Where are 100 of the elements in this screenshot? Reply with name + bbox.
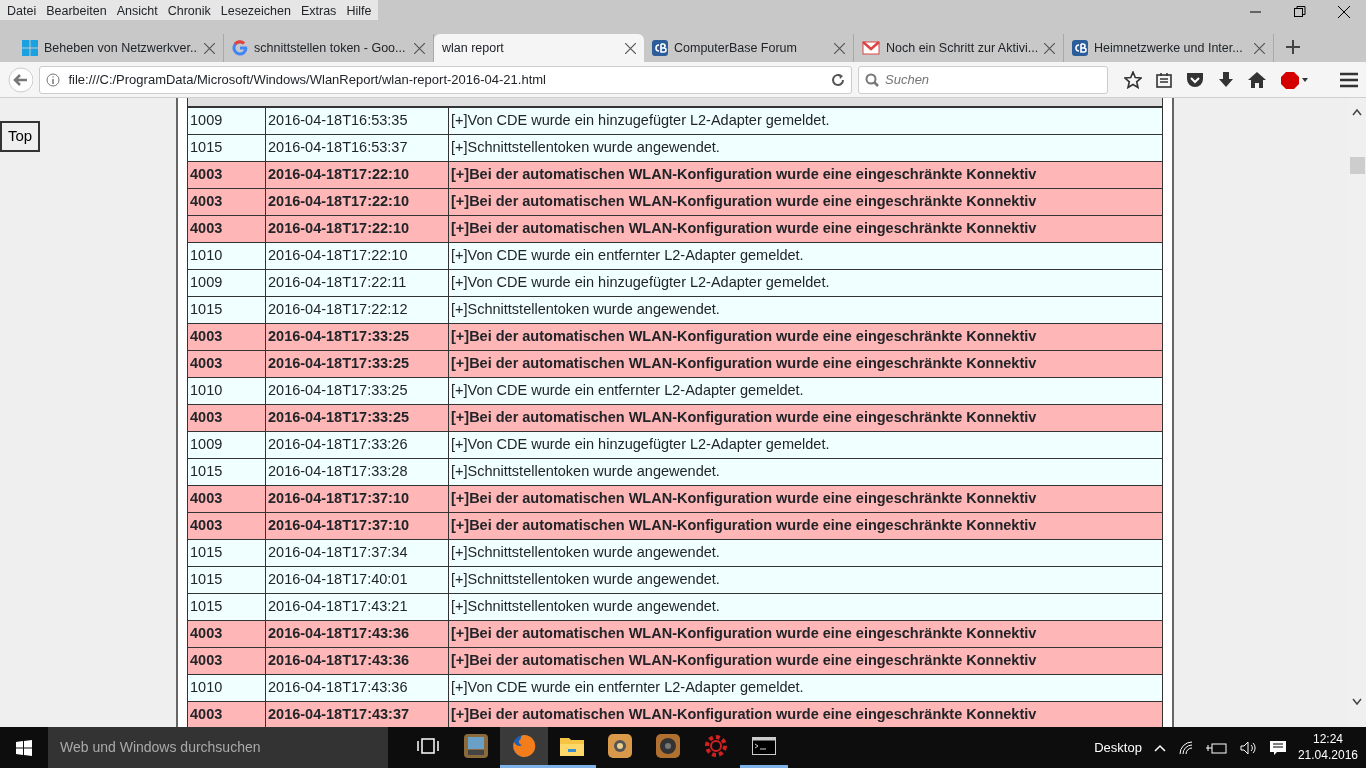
tab-title: ComputerBase Forum: [674, 39, 798, 57]
volume-icon[interactable]: [1239, 740, 1258, 755]
timestamp-cell: 2016-04-18T17:22:10: [265, 242, 449, 270]
message-cell: [+]Von CDE wurde ein entfernter L2-Adapter gemeldet.: [448, 674, 1163, 702]
timestamp-cell: 2016-04-18T17:33:28: [265, 458, 449, 486]
timestamp-cell: 2016-04-18T17:43:21: [265, 593, 449, 621]
message-cell: [+]Bei der automatischen WLAN-Konfiguration wurde eine eingeschränkte Konnektiv: [448, 188, 1163, 216]
close-tab-icon[interactable]: [1254, 42, 1265, 54]
scroll-down-icon[interactable]: [1352, 697, 1362, 706]
top-button[interactable]: Top: [0, 121, 41, 152]
timestamp-cell: 2016-04-18T17:40:01: [265, 566, 449, 594]
tab-title: wlan report: [442, 39, 505, 57]
timestamp-cell: 2016-04-18T17:37:34: [265, 539, 449, 567]
tab-title: Beheben von Netzwerkver...: [44, 39, 198, 57]
event-id-cell: 4003: [187, 161, 266, 189]
event-id-cell: 1010: [187, 242, 266, 270]
download-icon[interactable]: [1218, 71, 1234, 88]
reload-icon[interactable]: [831, 72, 845, 87]
menu-item[interactable]: Hilfe: [341, 0, 377, 20]
message-cell: [+]Von CDE wurde ein hinzugefügter L2-Adapter gemeldet.: [448, 269, 1163, 297]
event-id-cell: 1015: [187, 593, 266, 621]
notification-icon[interactable]: [1269, 739, 1286, 756]
event-id-cell: 4003: [187, 701, 266, 727]
event-id-cell: 1009: [187, 269, 266, 297]
scroll-thumb[interactable]: [1350, 156, 1365, 174]
mail-logo-icon: [862, 41, 880, 55]
event-id-cell: 4003: [187, 485, 266, 513]
close-tab-icon[interactable]: [1044, 42, 1055, 54]
timestamp-cell: 2016-04-18T16:53:35: [265, 107, 449, 135]
event-id-cell: 4003: [187, 188, 266, 216]
event-id-cell: 4003: [187, 215, 266, 243]
star-icon[interactable]: [1124, 70, 1142, 89]
task-view-icon: [417, 738, 439, 754]
message-cell: [+]Schnittstellentoken wurde angewendet.: [448, 296, 1163, 324]
gear-icon: [704, 734, 728, 758]
message-cell: [+]Von CDE wurde ein entfernter L2-Adapter gemeldet.: [448, 377, 1163, 405]
taskbar-search-field[interactable]: Web und Windows durchsuchen: [48, 727, 388, 768]
timestamp-cell: 2016-04-18T17:22:10: [265, 188, 449, 216]
timestamp-cell: 2016-04-18T17:33:25: [265, 323, 449, 351]
browser-tab[interactable]: wlan report: [434, 34, 644, 62]
adblock-icon[interactable]: [1280, 70, 1310, 89]
clock-time[interactable]: 12:24: [1297, 731, 1358, 748]
clock-date[interactable]: 21.04.2016: [1297, 747, 1358, 764]
url-text: file:///C:/ProgramData/Microsoft/Windows/WlanReport/wlan-report-2016-04-21.html: [68, 70, 547, 89]
info-icon[interactable]: [46, 72, 61, 87]
address-bar[interactable]: file:///C:/ProgramData/Microsoft/Windows/WlanReport/wlan-report-2016-04-21.html: [39, 65, 852, 94]
message-cell: [+]Bei der automatischen WLAN-Konfiguration wurde eine eingeschränkte Konnektiv: [448, 161, 1163, 189]
menu-item[interactable]: Extras: [295, 0, 342, 20]
close-tab-icon[interactable]: [625, 42, 636, 54]
folder-icon: [560, 736, 584, 756]
wifi-icon[interactable]: [1177, 740, 1194, 755]
restore-icon[interactable]: [1294, 6, 1306, 18]
home-icon[interactable]: [1248, 71, 1266, 88]
close-tab-icon[interactable]: [414, 42, 425, 54]
message-cell: [+]Bei der automatischen WLAN-Konfiguration wurde eine eingeschränkte Konnektiv: [448, 647, 1163, 675]
event-id-cell: 1015: [187, 134, 266, 162]
back-icon[interactable]: [8, 66, 34, 93]
event-id-cell: 1010: [187, 674, 266, 702]
message-cell: [+]Bei der automatischen WLAN-Konfiguration wurde eine eingeschränkte Konnektiv: [448, 323, 1163, 351]
event-id-cell: 1015: [187, 458, 266, 486]
desktop-toolbar-label[interactable]: Desktop: [1094, 737, 1142, 758]
battery-icon[interactable]: [1205, 741, 1228, 754]
timestamp-cell: 2016-04-18T16:53:37: [265, 134, 449, 162]
timestamp-cell: 2016-04-18T17:33:25: [265, 377, 449, 405]
message-cell: [+]Bei der automatischen WLAN-Konfiguration wurde eine eingeschränkte Konnektiv: [448, 512, 1163, 540]
windows-logo-icon: [22, 40, 38, 56]
menu-item[interactable]: Bearbeiten: [41, 0, 112, 20]
menu-item[interactable]: Chronik: [162, 0, 216, 20]
new-tab-icon[interactable]: [1286, 40, 1300, 54]
message-cell: [+]Bei der automatischen WLAN-Konfiguration wurde eine eingeschränkte Konnektiv: [448, 620, 1163, 648]
message-cell: [+]Von CDE wurde ein hinzugefügter L2-Adapter gemeldet.: [448, 431, 1163, 459]
timestamp-cell: 2016-04-18T17:43:36: [265, 674, 449, 702]
menu-item[interactable]: Ansicht: [111, 0, 163, 20]
event-id-cell: 1009: [187, 431, 266, 459]
event-id-cell: 4003: [187, 647, 266, 675]
menu-icon[interactable]: [1340, 71, 1358, 88]
scroll-up-icon[interactable]: [1352, 107, 1362, 116]
menu-item[interactable]: Datei: [2, 0, 42, 20]
close-icon[interactable]: [1338, 6, 1350, 18]
tab-title: schnittstellen token - Goo...: [254, 39, 407, 57]
timestamp-cell: 2016-04-18T17:43:37: [265, 701, 449, 727]
message-cell: [+]Schnittstellentoken wurde angewendet.: [448, 458, 1163, 486]
close-tab-icon[interactable]: [204, 42, 215, 54]
message-cell: [+]Bei der automatischen WLAN-Konfiguration wurde eine eingeschränkte Konnektiv: [448, 485, 1163, 513]
event-id-cell: 4003: [187, 404, 266, 432]
document-app-icon: [464, 734, 488, 758]
windows-start-icon[interactable]: [16, 739, 32, 756]
menu-item[interactable]: Lesezeichen: [215, 0, 296, 20]
search-field[interactable]: Suchen: [858, 65, 1108, 94]
chevron-up-icon[interactable]: [1153, 743, 1166, 752]
forum-logo-icon: [652, 40, 668, 56]
tab-title: Noch ein Schritt zur Aktivi...: [886, 39, 1038, 57]
message-cell: [+]Bei der automatischen WLAN-Konfiguration wurde eine eingeschränkte Konnektiv: [448, 701, 1163, 727]
event-id-cell: 4003: [187, 620, 266, 648]
event-id-cell: 4003: [187, 323, 266, 351]
timestamp-cell: 2016-04-18T17:43:36: [265, 620, 449, 648]
pocket-icon[interactable]: [1186, 71, 1204, 88]
reading-list-icon[interactable]: [1156, 71, 1172, 88]
speaker-app-icon: [656, 734, 680, 758]
close-tab-icon[interactable]: [834, 42, 845, 54]
